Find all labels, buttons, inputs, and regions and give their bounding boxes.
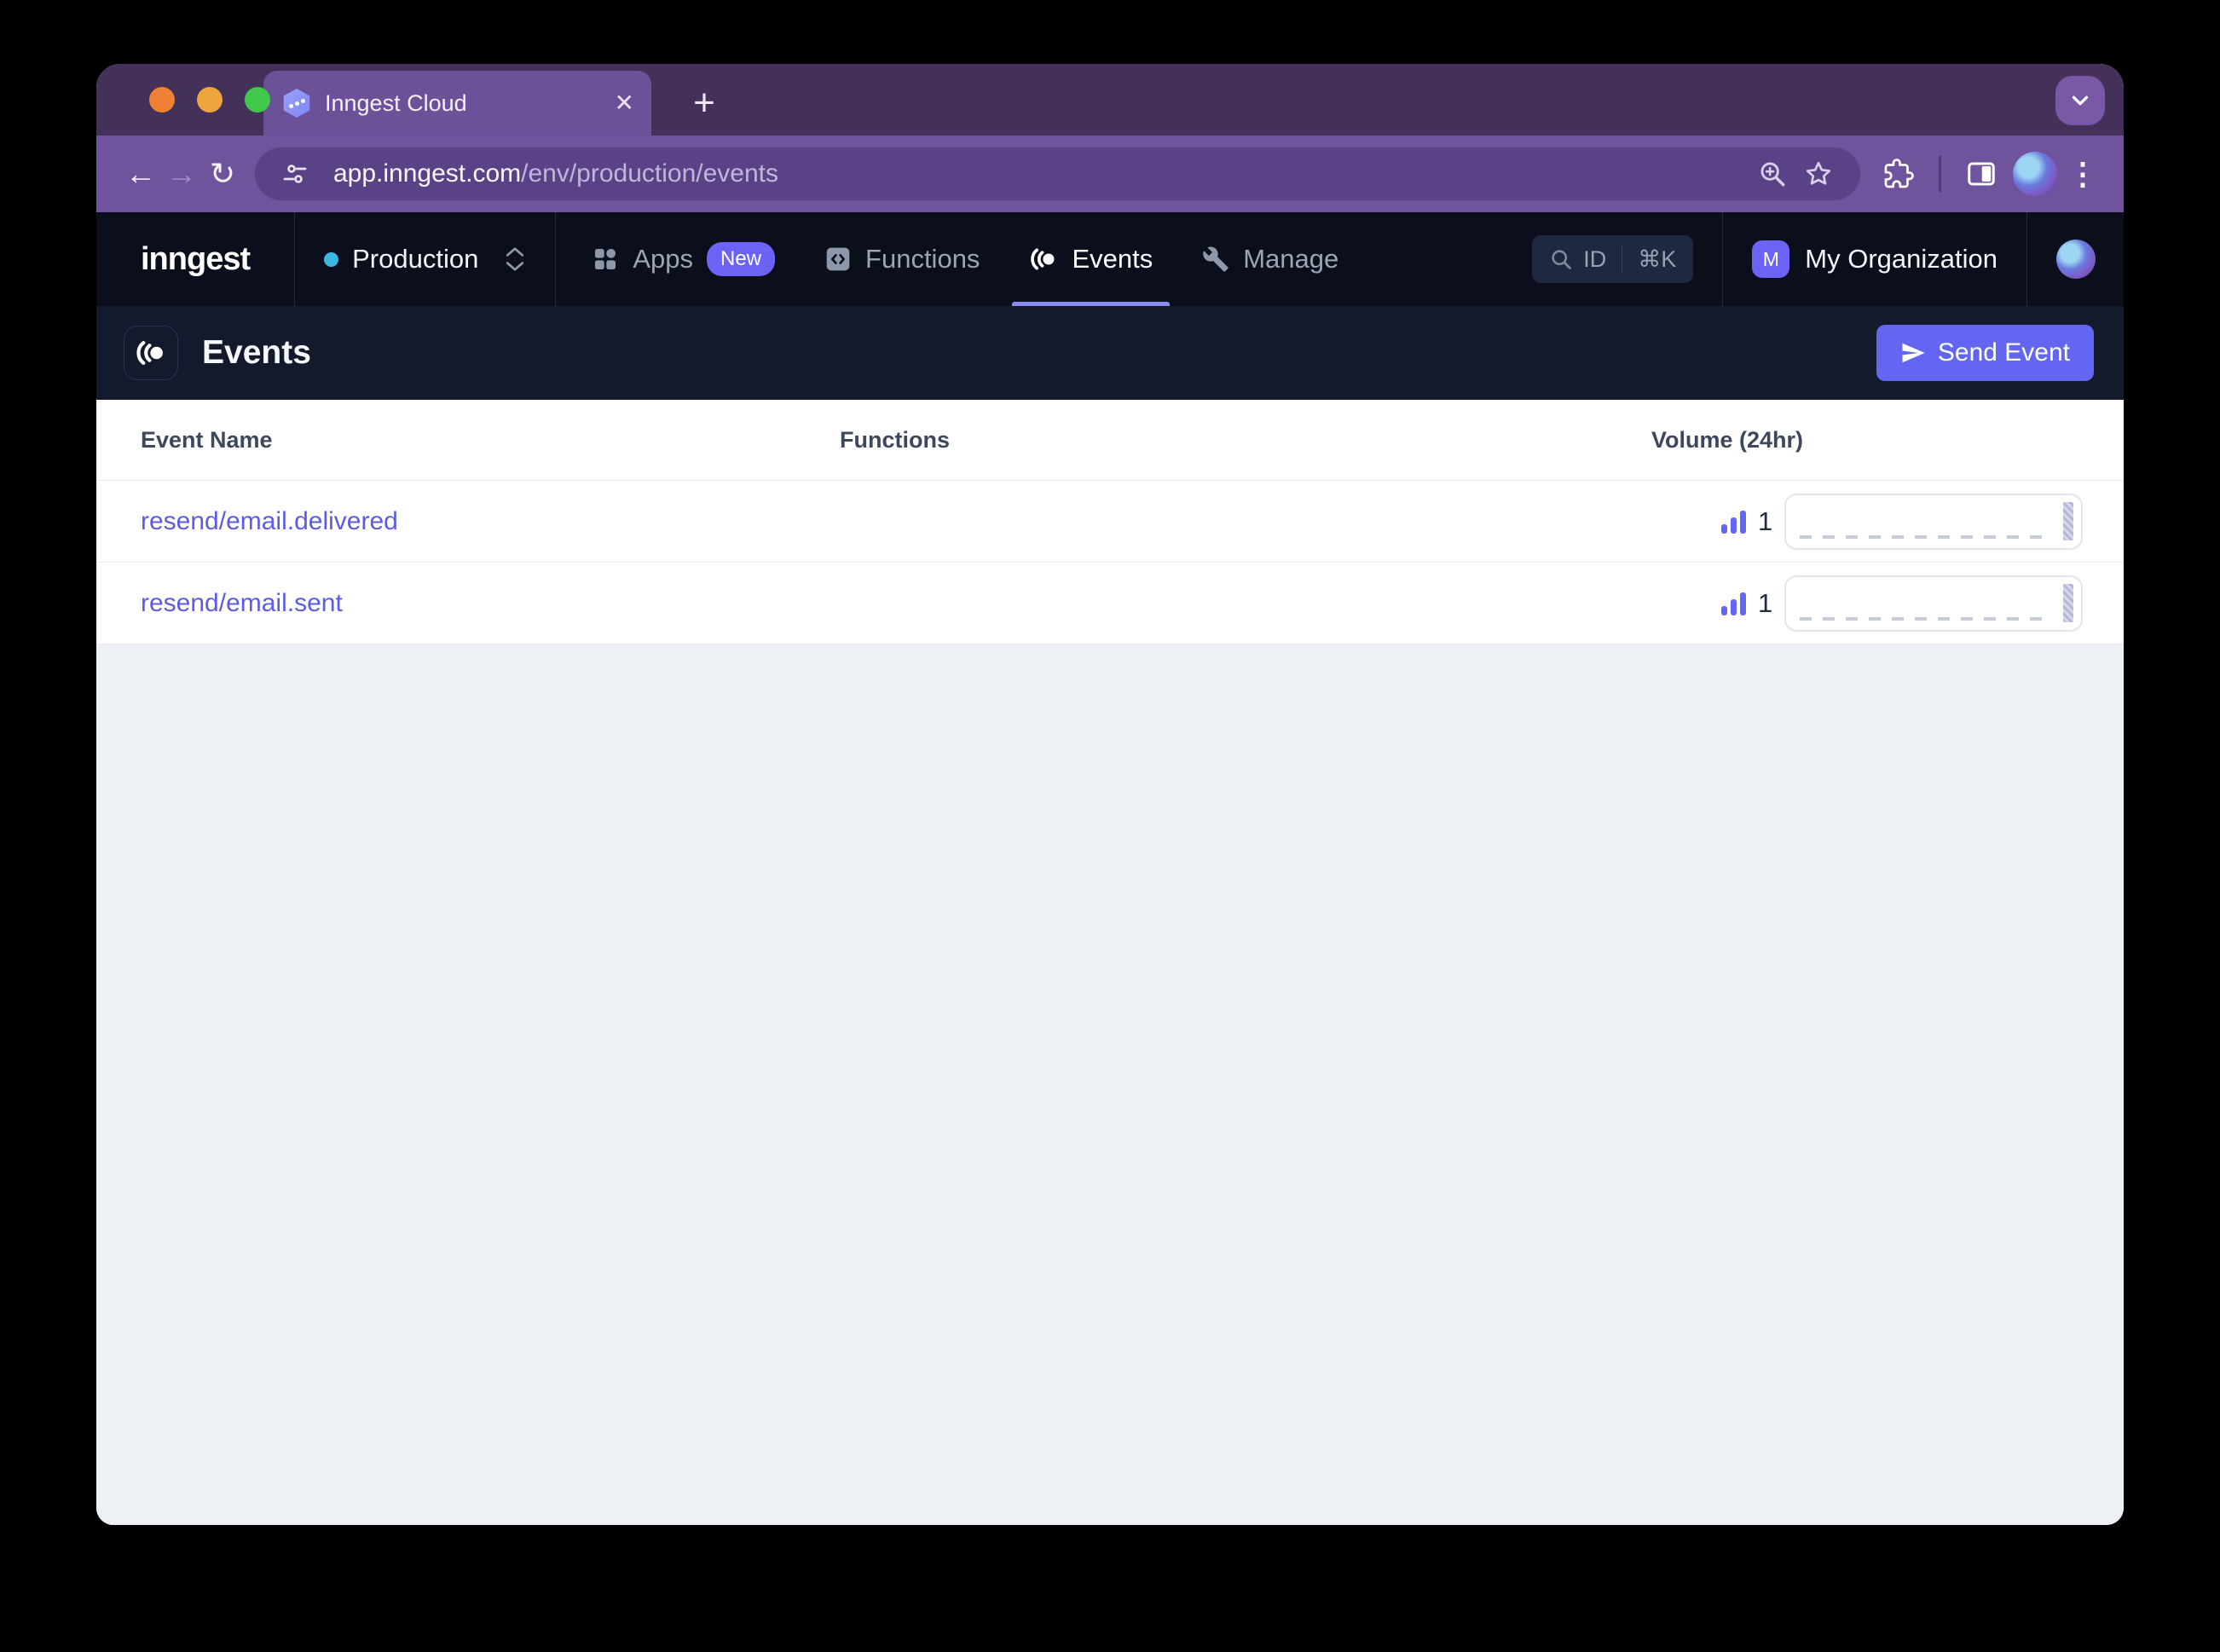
side-panel-icon[interactable] xyxy=(1958,151,2004,197)
close-window-button[interactable] xyxy=(149,87,175,113)
wrench-icon xyxy=(1203,246,1229,272)
nav-item-functions[interactable]: Functions xyxy=(824,212,980,306)
tab-close-icon[interactable]: ✕ xyxy=(615,91,634,115)
tab-title: Inngest Cloud xyxy=(325,90,467,116)
url-bar[interactable]: app.inngest.com/env/production/events xyxy=(255,147,1860,200)
back-button[interactable]: ← xyxy=(120,153,161,194)
nav-item-label: Manage xyxy=(1243,244,1339,274)
reload-button[interactable]: ↻ xyxy=(202,153,243,194)
url-host: app.inngest.com xyxy=(333,159,522,188)
browser-tab[interactable]: Inngest Cloud ✕ xyxy=(263,71,651,136)
send-event-label: Send Event xyxy=(1937,338,2070,367)
search-shortcut-keys: ⌘K xyxy=(1638,245,1677,272)
url-path: /env/production/events xyxy=(521,159,779,188)
nav-divider xyxy=(555,212,557,306)
inngest-favicon-icon xyxy=(283,89,310,118)
volume-cell: 1 xyxy=(1651,575,2124,632)
volume-count: 1 xyxy=(1758,587,1773,618)
sparkline-bar xyxy=(2063,583,2074,622)
forward-button[interactable]: → xyxy=(161,153,202,194)
table-header: Event Name Functions Volume (24hr) xyxy=(96,400,2124,481)
column-header-volume: Volume (24hr) xyxy=(1651,426,1804,453)
inngest-logo[interactable]: inngest xyxy=(96,212,294,306)
column-header-functions: Functions xyxy=(840,426,950,453)
send-icon xyxy=(1902,343,1925,363)
window-controls xyxy=(149,64,270,136)
volume-count: 1 xyxy=(1758,505,1773,536)
column-header-event-name: Event Name xyxy=(141,426,273,453)
sparkline-bar xyxy=(2063,501,2074,540)
desktop-background: Inngest Cloud ✕ + ← → ↻ app.inngest.com/… xyxy=(0,0,2220,1652)
event-name-link[interactable]: resend/email.sent xyxy=(96,589,840,618)
organization-initial-badge: M xyxy=(1752,240,1790,278)
organization-name: My Organization xyxy=(1805,244,1997,274)
nav-item-events[interactable]: Events xyxy=(1012,212,1170,306)
nav-items: Apps New Functions Events Manage xyxy=(592,212,1338,306)
search-id-label: ID xyxy=(1583,245,1607,272)
toolbar-divider xyxy=(1939,155,1941,193)
environment-status-dot xyxy=(324,251,339,267)
table-row[interactable]: resend/email.sent 1 xyxy=(96,563,2124,644)
search-shortcut[interactable]: ID ⌘K xyxy=(1532,235,1694,283)
bar-chart-icon xyxy=(1721,592,1746,615)
apps-grid-icon xyxy=(595,249,616,269)
page-empty-area xyxy=(96,644,2124,1525)
chevron-up-down-icon xyxy=(504,245,526,273)
bookmark-star-icon[interactable] xyxy=(1795,151,1841,197)
organization-switcher[interactable]: M My Organization xyxy=(1752,212,1997,306)
send-event-button[interactable]: Send Event xyxy=(1876,325,2094,381)
events-icon xyxy=(1031,248,1055,270)
chevron-down-icon xyxy=(2072,95,2089,106)
bar-chart-icon xyxy=(1721,510,1746,534)
volume-sparkline xyxy=(1784,575,2084,632)
page-header: Events Send Event xyxy=(96,306,2124,400)
toolbar-right: ⋮ xyxy=(1876,151,2100,197)
new-badge: New xyxy=(707,242,776,276)
tab-search-button[interactable] xyxy=(2055,76,2105,125)
browser-window: Inngest Cloud ✕ + ← → ↻ app.inngest.com/… xyxy=(96,64,2124,1525)
nav-item-manage[interactable]: Manage xyxy=(1202,212,1338,306)
page-title: Events xyxy=(202,334,311,371)
tab-strip: Inngest Cloud ✕ + xyxy=(96,64,2124,136)
nav-item-label: Apps xyxy=(633,244,694,274)
zoom-icon[interactable] xyxy=(1749,151,1795,197)
events-page-icon-box xyxy=(124,326,178,380)
volume-sparkline xyxy=(1784,493,2084,550)
functions-code-icon xyxy=(826,247,850,271)
new-tab-button[interactable]: + xyxy=(684,83,725,124)
browser-toolbar: ← → ↻ app.inngest.com/env/production/eve… xyxy=(96,136,2124,212)
user-menu[interactable] xyxy=(2056,212,2124,306)
environment-switcher[interactable]: Production xyxy=(295,212,555,306)
nav-item-label: Events xyxy=(1072,244,1153,274)
events-icon xyxy=(136,341,163,365)
maximize-window-button[interactable] xyxy=(245,87,270,113)
event-name-link[interactable]: resend/email.delivered xyxy=(96,507,840,536)
browser-menu-icon[interactable]: ⋮ xyxy=(2066,156,2100,192)
minimize-window-button[interactable] xyxy=(197,87,223,113)
volume-cell: 1 xyxy=(1651,493,2124,550)
table-row[interactable]: resend/email.delivered 1 xyxy=(96,481,2124,563)
search-icon xyxy=(1552,250,1572,269)
site-settings-icon[interactable] xyxy=(272,151,318,197)
nav-divider xyxy=(1722,212,1724,306)
extensions-icon[interactable] xyxy=(1876,151,1922,197)
sparkline-baseline xyxy=(1800,534,2044,539)
nav-divider xyxy=(2026,212,2027,306)
environment-label: Production xyxy=(352,244,479,274)
sparkline-baseline xyxy=(1800,616,2044,621)
browser-profile-avatar[interactable] xyxy=(2013,152,2057,196)
nav-item-apps[interactable]: Apps New xyxy=(592,212,776,306)
app-navbar: inngest Production Apps New Functions Ev… xyxy=(96,212,2124,306)
user-avatar[interactable] xyxy=(2056,240,2096,279)
nav-item-label: Functions xyxy=(865,244,980,274)
url-text[interactable]: app.inngest.com/env/production/events xyxy=(333,159,1749,188)
